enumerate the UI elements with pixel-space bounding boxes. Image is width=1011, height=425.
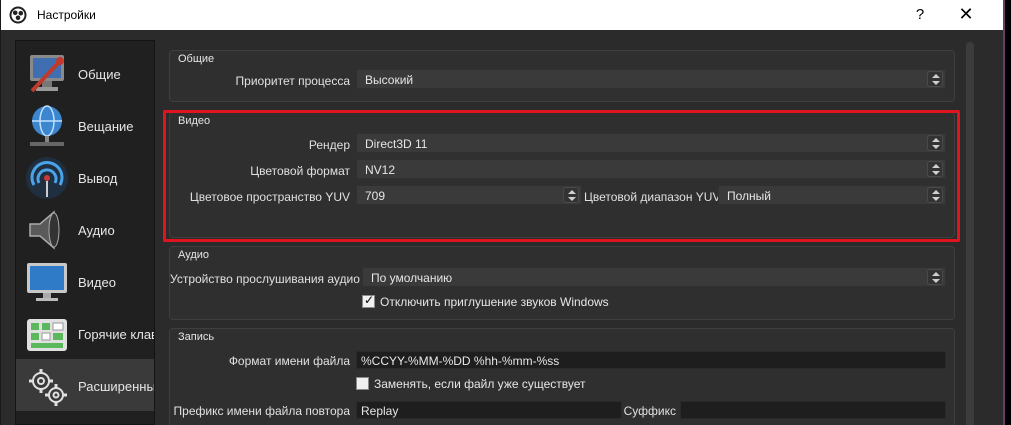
suffix-input[interactable] — [680, 401, 946, 419]
combo-arrows-icon — [927, 71, 943, 87]
combo-arrows-icon — [563, 187, 579, 203]
group-title: Общие — [178, 53, 215, 65]
combo-value: Direct3D 11 — [365, 137, 428, 151]
monitoring-device-label: Устройство прослушивания аудио — [170, 272, 360, 286]
color-range-label: Цветовой диапазон YUV — [584, 190, 721, 204]
color-format-label: Цветовой формат — [250, 164, 350, 178]
priority-label: Приоритет процесса — [235, 74, 350, 88]
sidebar-item-label: Расширенные — [78, 379, 155, 394]
filename-format-input[interactable]: %CCYY-%MM-%DD %hh-%mm-%ss — [356, 351, 946, 369]
combo-arrows-icon — [927, 161, 943, 177]
color-space-combo[interactable]: 709 — [356, 185, 582, 205]
input-value: Replay — [361, 404, 399, 418]
suffix-label: Суффикс — [623, 404, 676, 418]
combo-arrows-icon — [927, 187, 943, 203]
combo-arrows-icon — [927, 269, 943, 285]
sidebar-item-output[interactable]: Вывод — [16, 151, 154, 203]
group-recording: Запись Формат имени файла %CCYY-%MM-%DD … — [169, 328, 955, 425]
renderer-combo[interactable]: Direct3D 11 — [356, 133, 946, 153]
sidebar-item-advanced[interactable]: Расширенные — [16, 359, 155, 411]
globe-network-icon — [30, 105, 64, 146]
color-range-combo[interactable]: Полный — [718, 185, 946, 205]
window-title: Настройки — [37, 8, 96, 22]
disable-ducking-checkbox[interactable] — [362, 293, 375, 308]
settings-content: Общие Вещание Вывод Аудио Видео Горячие … — [1, 30, 1004, 425]
replay-prefix-input[interactable]: Replay — [356, 401, 622, 419]
sidebar-item-hotkeys[interactable]: Горячие клавиши — [16, 307, 154, 359]
gears-icon — [29, 369, 67, 406]
close-button[interactable]: ✕ — [957, 4, 975, 25]
group-video: Видео Рендер Direct3D 11 Цветовой формат… — [169, 112, 955, 238]
vertical-scrollbar[interactable] — [964, 40, 976, 425]
sidebar-item-label: Общие — [78, 67, 121, 82]
replay-prefix-label: Префикс имени файла повтора — [173, 404, 350, 418]
monitor-icon — [27, 263, 67, 301]
sidebar-item-video[interactable]: Видео — [16, 255, 154, 307]
combo-arrows-icon — [927, 135, 943, 151]
group-title: Запись — [178, 331, 215, 343]
input-value: %CCYY-%MM-%DD %hh-%mm-%ss — [361, 354, 560, 368]
sidebar-item-label: Горячие клавиши — [78, 327, 154, 342]
combo-value: По умолчанию — [371, 271, 453, 285]
filename-format-label: Формат имени файла — [228, 354, 350, 368]
speaker-icon — [29, 210, 60, 250]
group-title: Видео — [178, 115, 211, 127]
renderer-label: Рендер — [308, 138, 350, 152]
sidebar-item-label: Аудио — [78, 223, 115, 238]
disable-ducking-label: Отключить приглушение звуков Windows — [380, 295, 609, 309]
sidebar-item-label: Вывод — [78, 171, 118, 186]
scrollbar-thumb[interactable] — [966, 42, 974, 425]
settings-main-panel: Общие Приоритет процесса Высокий Видео Р… — [161, 40, 961, 425]
combo-value: Полный — [727, 189, 771, 203]
window-edge — [1003, 0, 1011, 425]
settings-monitor-icon — [30, 55, 64, 93]
title-bar: Настройки ? ✕ — [1, 0, 1004, 30]
combo-value: Высокий — [365, 73, 414, 87]
sidebar-item-stream[interactable]: Вещание — [16, 99, 154, 151]
obs-logo-icon — [9, 6, 27, 24]
keyboard-icon — [27, 319, 67, 351]
overwrite-checkbox[interactable] — [356, 377, 369, 390]
sidebar-item-label: Вещание — [78, 119, 134, 134]
combo-value: NV12 — [365, 163, 396, 177]
combo-value: 709 — [365, 189, 386, 203]
overwrite-label: Заменять, если файл уже существует — [374, 377, 586, 391]
monitoring-device-combo[interactable]: По умолчанию — [362, 267, 946, 287]
sidebar-item-general[interactable]: Общие — [16, 47, 154, 99]
sidebar-item-label: Видео — [78, 275, 116, 290]
help-button[interactable]: ? — [913, 6, 927, 23]
group-title: Аудио — [178, 249, 210, 261]
color-space-label: Цветовое пространство YUV — [189, 190, 350, 204]
color-format-combo[interactable]: NV12 — [356, 159, 946, 179]
settings-sidebar: Общие Вещание Вывод Аудио Видео Горячие … — [15, 40, 155, 425]
priority-combo[interactable]: Высокий — [356, 69, 946, 89]
broadcast-output-icon — [26, 157, 68, 199]
settings-window: Настройки ? ✕ Общие Вещание Вывод Аудио … — [0, 0, 1004, 425]
sidebar-item-audio[interactable]: Аудио — [16, 203, 154, 255]
group-audio: Аудио Устройство прослушивания аудио По … — [169, 246, 955, 320]
group-general: Общие Приоритет процесса Высокий — [169, 50, 955, 102]
